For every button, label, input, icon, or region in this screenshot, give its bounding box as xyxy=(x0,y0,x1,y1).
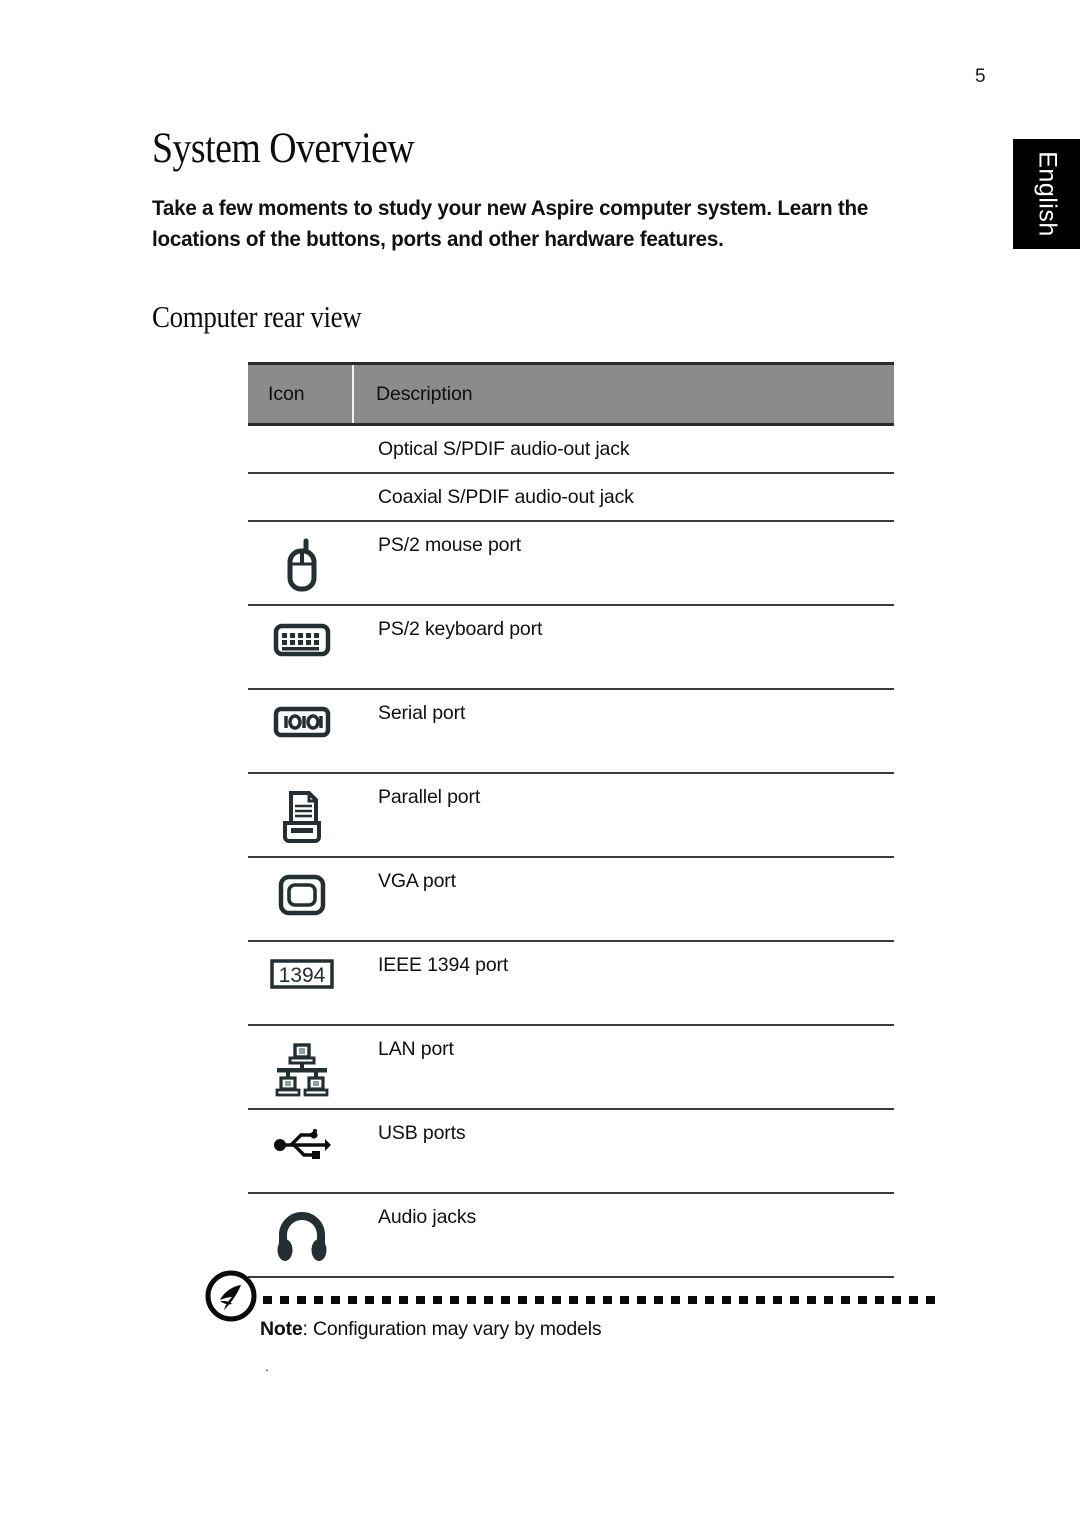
headphones-icon xyxy=(277,1212,327,1261)
ieee1394-icon-label: 1394 xyxy=(279,964,326,987)
table-row: Coaxial S/PDIF audio-out jack xyxy=(248,474,894,522)
lan-icon xyxy=(275,1043,329,1097)
note-label: Note xyxy=(260,1318,303,1340)
language-tab: English xyxy=(1013,139,1080,249)
port-table: Icon Description Optical S/PDIF audio-ou… xyxy=(248,362,894,1278)
language-tab-label: English xyxy=(1033,151,1061,237)
table-header-icon-label: Icon xyxy=(268,382,305,405)
usb-icon xyxy=(274,1129,331,1159)
row-description: PS/2 keyboard port xyxy=(378,618,543,640)
section-title: Computer rear view xyxy=(152,299,362,335)
row-description: USB ports xyxy=(378,1122,466,1144)
row-icon-cell xyxy=(248,1194,356,1276)
document-content: System Overview Take a few moments to st… xyxy=(152,0,982,335)
table-row: Serial port xyxy=(248,690,894,774)
row-description: LAN port xyxy=(378,1038,454,1060)
table-header-row: Icon Description xyxy=(248,362,894,426)
row-icon-cell xyxy=(248,426,356,472)
table-row: LAN port xyxy=(248,1026,894,1110)
serial-port-icon xyxy=(273,706,331,738)
ieee1394-icon: 1394 xyxy=(270,959,334,989)
row-description: PS/2 mouse port xyxy=(378,534,521,556)
note-text: Note: Configuration may vary by models xyxy=(260,1318,602,1341)
row-description: IEEE 1394 port xyxy=(378,954,509,976)
page-title: System Overview xyxy=(152,125,415,172)
table-header-description-label: Description xyxy=(376,382,473,405)
table-row: VGA port xyxy=(248,858,894,942)
row-icon-cell: 1394 xyxy=(248,942,356,1024)
row-description: Audio jacks xyxy=(378,1206,477,1228)
table-row: PS/2 keyboard port xyxy=(248,606,894,690)
intro-paragraph: Take a few moments to study your new Asp… xyxy=(152,196,869,252)
table-row: PS/2 mouse port xyxy=(248,522,894,606)
table-row: Parallel port xyxy=(248,774,894,858)
mouse-icon xyxy=(287,538,317,592)
keyboard-icon xyxy=(273,623,331,657)
row-icon-cell xyxy=(248,522,356,604)
note-body: Configuration may vary by models xyxy=(307,1318,602,1340)
row-description: Coaxial S/PDIF audio-out jack xyxy=(378,486,634,508)
table-row: 1394 IEEE 1394 port xyxy=(248,942,894,1026)
row-icon-cell xyxy=(248,474,356,520)
row-description: Serial port xyxy=(378,702,466,724)
acer-logo-icon xyxy=(205,1270,257,1322)
row-icon-cell xyxy=(248,1110,356,1192)
row-description: Parallel port xyxy=(378,786,481,808)
row-icon-cell xyxy=(248,858,356,940)
table-row: Audio jacks xyxy=(248,1194,894,1278)
row-icon-cell xyxy=(248,1026,356,1108)
row-description: Optical S/PDIF audio-out jack xyxy=(378,438,630,460)
monitor-icon xyxy=(278,874,326,916)
note-trailing-mark: . xyxy=(265,1358,269,1374)
printer-icon xyxy=(283,791,321,843)
table-header-icon: Icon xyxy=(248,365,354,423)
note-dotted-separator xyxy=(263,1296,938,1304)
row-description: VGA port xyxy=(378,870,456,892)
table-header-description: Description xyxy=(354,365,894,423)
row-icon-cell xyxy=(248,690,356,772)
table-row: USB ports xyxy=(248,1110,894,1194)
row-icon-cell xyxy=(248,606,356,688)
row-icon-cell xyxy=(248,774,356,856)
table-row: Optical S/PDIF audio-out jack xyxy=(248,426,894,474)
